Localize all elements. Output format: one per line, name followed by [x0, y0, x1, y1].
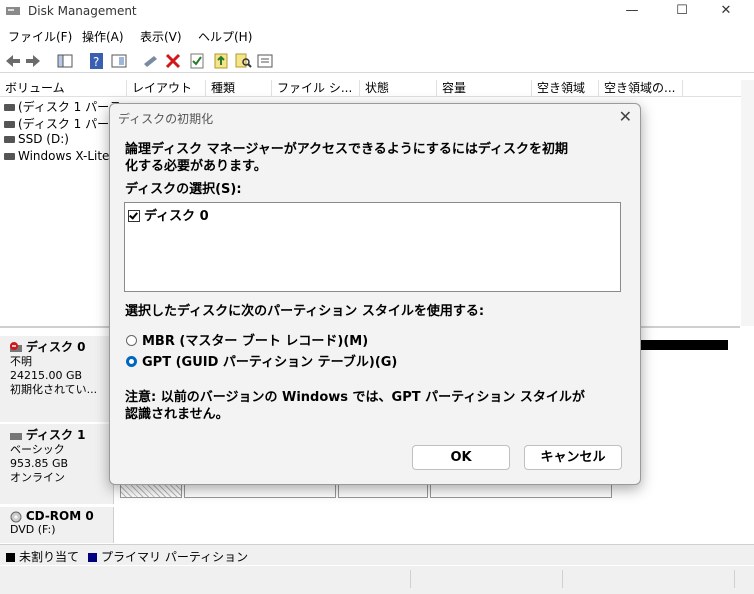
disk-0-status: 初期化されてい... — [10, 383, 98, 396]
volume-row[interactable]: (ディスク 1 パーテ — [4, 115, 121, 132]
minimize-button[interactable]: — — [612, 2, 652, 22]
column-percent-free[interactable]: 空き領域の... — [599, 80, 683, 96]
dialog-close-button[interactable]: ✕ — [619, 107, 632, 126]
disk-0-type: 不明 — [10, 355, 32, 368]
dialog-note: 注意: 以前のバージョンの Windows では、GPT パーティション スタイ… — [125, 389, 585, 423]
volume-list-scrollbar[interactable] — [741, 80, 754, 326]
disk-0-label: ディスク 0 不明 24215.00 GB 初期化されてい... — [0, 336, 114, 422]
help-icon[interactable]: ? — [88, 52, 106, 70]
menu-action[interactable]: 操作(A) — [82, 28, 124, 45]
close-button[interactable]: ✕ — [706, 2, 746, 22]
properties-pane-icon[interactable] — [110, 52, 128, 70]
disk-icon — [10, 432, 22, 440]
cdrom-0-drive: DVD (F:) — [10, 523, 56, 536]
forward-icon[interactable] — [24, 52, 42, 70]
disk-select-list[interactable]: ディスク 0 — [124, 202, 621, 292]
disk-list-item[interactable]: ディスク 0 — [128, 205, 209, 224]
volume-icon — [4, 104, 15, 111]
column-free-space[interactable]: 空き領域 — [532, 80, 599, 96]
menu-file[interactable]: ファイル(F) — [8, 28, 72, 45]
volume-row[interactable]: Windows X-Lite — [4, 149, 109, 163]
column-filesystem[interactable]: ファイル シ... — [272, 80, 360, 96]
primary-swatch — [88, 553, 97, 562]
column-type[interactable]: 種類 — [206, 80, 272, 96]
gpt-radio-option[interactable]: GPT (GUID パーティション テーブル)(G) — [126, 351, 397, 370]
volume-row[interactable]: SSD (D:) — [4, 132, 69, 146]
gpt-radio[interactable] — [126, 356, 137, 367]
disk-error-icon — [10, 341, 22, 352]
delete-icon[interactable] — [164, 52, 182, 70]
toolbar: ? — [0, 50, 754, 73]
legend-bar: 未割り当て プライマリ パーティション — [0, 544, 754, 565]
disk-management-icon — [6, 7, 20, 15]
disk-list-item-label: ディスク 0 — [144, 209, 209, 224]
legend-primary-label: プライマリ パーティション — [101, 550, 249, 564]
connect-icon[interactable] — [142, 52, 160, 70]
search-icon[interactable] — [234, 52, 252, 70]
disk-1-type: ベーシック — [10, 443, 65, 456]
cdrom-icon — [10, 511, 22, 522]
cancel-button[interactable]: キャンセル — [524, 445, 622, 470]
status-cell — [564, 570, 735, 588]
column-layout[interactable]: レイアウト — [127, 80, 206, 96]
dialog-note-line: 注意: 以前のバージョンの Windows では、GPT パーティション スタイ… — [125, 390, 585, 405]
back-icon[interactable] — [4, 52, 22, 70]
volume-icon — [4, 136, 15, 143]
column-volume[interactable]: ボリューム — [0, 80, 127, 96]
legend-primary: プライマリ パーティション — [88, 548, 248, 565]
select-disks-label: ディスクの選択(S): — [125, 182, 242, 197]
maximize-button[interactable]: ☐ — [662, 2, 702, 22]
mbr-radio-option[interactable]: MBR (マスター ブート レコード)(M) — [126, 330, 368, 349]
dialog-title: ディスクの初期化 — [118, 112, 214, 126]
disk-1-status: オンライン — [10, 471, 65, 484]
disk-checkbox[interactable] — [128, 209, 140, 222]
menu-help[interactable]: ヘルプ(H) — [198, 28, 252, 45]
disk-management-window: Disk Management — ☐ ✕ ファイル(F) 操作(A) 表示(V… — [0, 0, 754, 594]
dialog-message-line: 論理ディスク マネージャーがアクセスできるようにするにはディスクを初期 — [125, 142, 569, 157]
disk-1-size: 953.85 GB — [10, 457, 69, 470]
disk-0-name: ディスク 0 — [25, 340, 86, 354]
import-icon[interactable] — [212, 52, 230, 70]
status-bar — [0, 566, 754, 594]
ok-button[interactable]: OK — [412, 445, 510, 470]
dialog-message: 論理ディスク マネージャーがアクセスできるようにするにはディスクを初期 化する必… — [125, 141, 568, 175]
disk-0-size: 24215.00 GB — [10, 369, 83, 382]
dialog-note-line: 認識されません。 — [125, 407, 229, 422]
cdrom-0-name: CD-ROM 0 — [25, 509, 94, 523]
menu-view[interactable]: 表示(V) — [140, 28, 182, 45]
unallocated-swatch — [6, 553, 15, 562]
volume-icon — [4, 153, 15, 160]
disk-1-label: ディスク 1 ベーシック 953.85 GB オンライン — [0, 424, 114, 504]
initialize-disk-dialog: ディスクの初期化 ✕ 論理ディスク マネージャーがアクセスできるようにするにはデ… — [109, 103, 641, 485]
volume-list-header: ボリューム レイアウト 種類 ファイル シ... 状態 容量 空き領域 空き領域… — [0, 80, 754, 97]
legend-unallocated: 未割り当て — [6, 548, 79, 565]
column-capacity[interactable]: 容量 — [437, 80, 532, 96]
cdrom-0-row[interactable]: CD-ROM 0 DVD (F:) — [0, 507, 740, 543]
column-status[interactable]: 状態 — [360, 80, 437, 96]
legend-unallocated-label: 未割り当て — [19, 550, 80, 564]
status-cell — [0, 570, 411, 588]
mbr-radio-label: MBR (マスター ブート レコード)(M) — [142, 334, 369, 349]
disk-1-name: ディスク 1 — [25, 428, 86, 442]
menu-bar: ファイル(F) 操作(A) 表示(V) ヘルプ(H) — [0, 26, 754, 46]
dialog-message-line: 化する必要があります。 — [125, 159, 267, 174]
status-cell — [412, 570, 563, 588]
volume-icon — [4, 121, 15, 128]
cdrom-0-label: CD-ROM 0 DVD (F:) — [0, 507, 114, 543]
console-tree-icon[interactable] — [56, 52, 74, 70]
unallocated-bar — [628, 340, 728, 350]
window-title: Disk Management — [28, 4, 137, 18]
check-icon[interactable] — [188, 52, 206, 70]
gpt-radio-label: GPT (GUID パーティション テーブル)(G) — [142, 355, 398, 370]
mbr-radio[interactable] — [126, 335, 137, 346]
svg-text:?: ? — [93, 55, 99, 69]
properties-icon[interactable] — [256, 52, 274, 70]
partition-style-label: 選択したディスクに次のパーティション スタイルを使用する: — [125, 304, 485, 319]
title-bar: Disk Management — ☐ ✕ — [0, 0, 754, 24]
